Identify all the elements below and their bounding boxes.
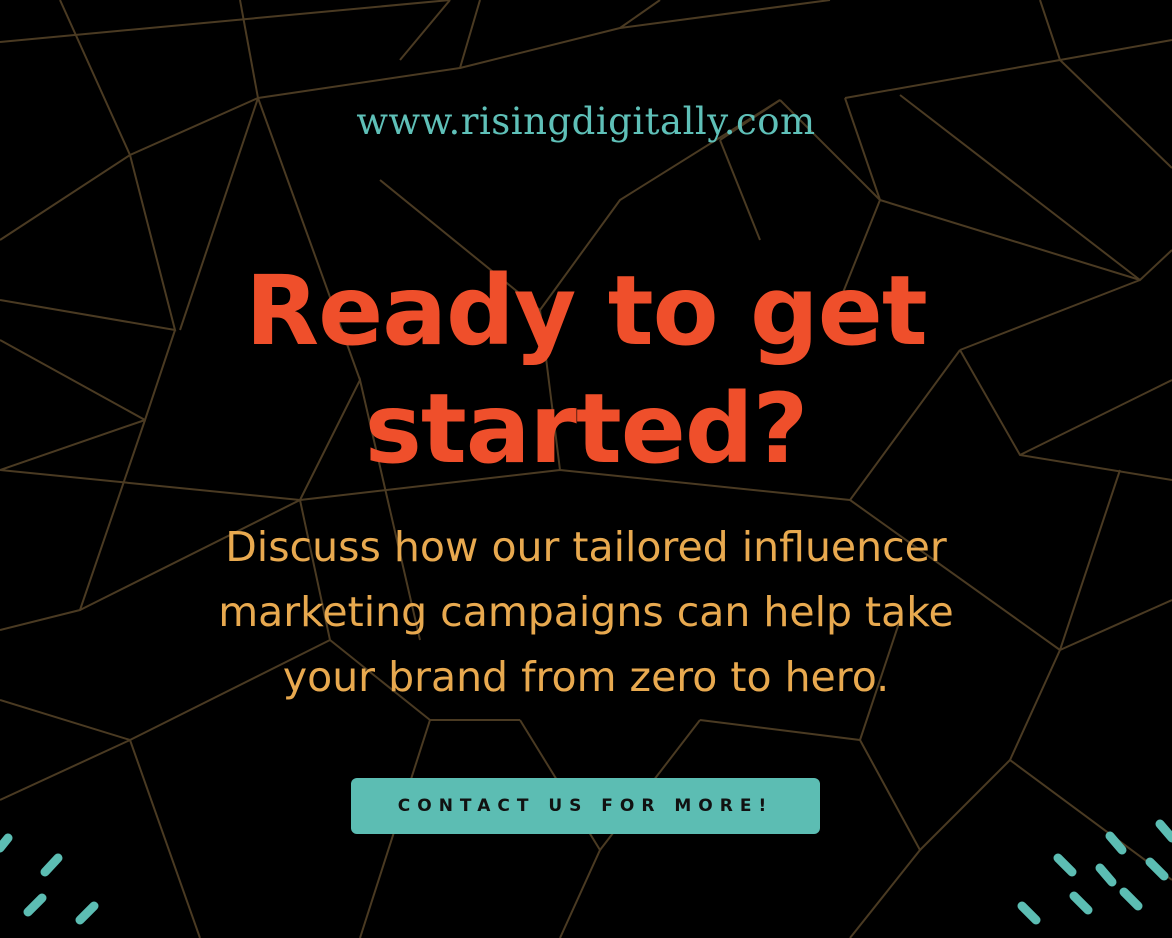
- description-line-2: marketing campaigns can help take: [218, 588, 954, 636]
- headline-line-1: Ready to get: [245, 255, 928, 367]
- description: Discuss how our tailored influencer mark…: [0, 515, 1172, 710]
- description-line-1: Discuss how our tailored influencer: [225, 523, 947, 571]
- headline-line-2: started?: [364, 373, 809, 485]
- website-url: www.risingdigitally.com: [356, 100, 816, 143]
- promo-card: www.risingdigitally.com Ready to get sta…: [0, 0, 1172, 938]
- contact-us-button[interactable]: CONTACT US FOR MORE!: [351, 778, 820, 834]
- description-line-3: your brand from zero to hero.: [282, 653, 890, 701]
- headline: Ready to get started?: [0, 252, 1172, 488]
